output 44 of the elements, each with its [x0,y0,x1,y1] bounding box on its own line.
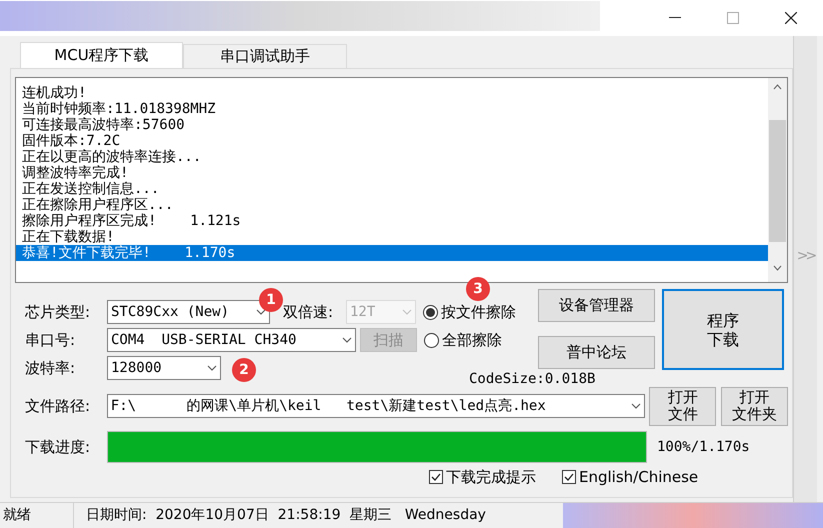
checkmark-icon [431,473,441,481]
checkbox-option[interactable]: English/Chinese [562,466,698,488]
number-badge: 2 [232,358,256,382]
scroll-up-icon[interactable] [773,84,782,90]
field-label: 下载进度: [25,436,92,458]
log-line: 正在下载数据! [21,229,116,245]
number-badge: 3 [466,277,490,301]
forum-button[interactable]: 普中论坛 [538,336,655,369]
radio-option[interactable]: 按文件擦除 [423,300,516,324]
open-button[interactable]: 打开 文件 [649,386,716,426]
field-label: 芯片类型: [25,302,92,323]
dropdown[interactable]: COM4 USB-SERIAL CH340 [107,328,356,352]
dropdown[interactable]: 128000 [107,356,221,380]
progress-reading: 100%/1.170s [657,438,750,456]
log-line: 擦除用户程序区完成! 1.121s [21,213,242,229]
datetime-text: 日期时间: 2020年10月07日 21:58:19 星期三 Wednesday [85,506,486,525]
log-line: 正在以更高的波特率连接... [21,149,202,165]
field-label: 文件路径: [25,396,92,417]
close-icon[interactable] [785,12,797,24]
log-line: 正在发送控制信息... [21,181,160,197]
field-label: 串口号: [25,330,76,351]
open-button[interactable]: 打开 文件夹 [721,386,788,426]
log-line: 正在擦除用户程序区... [21,197,174,213]
scrollbar[interactable] [768,78,787,282]
log-line: 当前时钟频率:11.018398MHZ [21,101,217,117]
radio-option[interactable]: 全部擦除 [424,328,502,352]
scroll-down-icon[interactable] [773,265,782,271]
download-button[interactable]: 程序 下载 [662,289,784,370]
checkmark-icon [564,473,574,481]
number-badge: 1 [259,288,283,312]
code-size-text: CodeSize:0.018B [469,372,596,386]
log-line: 可连接最高波特率:57600 [21,117,186,133]
log-line: 调整波特率完成! [21,165,130,181]
tab[interactable]: MCU程序下载 [20,42,183,68]
checkbox-option[interactable]: 下载完成提示 [429,466,536,488]
status-text: 就绪 [0,503,74,528]
log-line: 连机成功! [21,85,88,101]
log-line: 固件版本:7.2C [21,133,122,149]
device-manager-button[interactable]: 设备管理器 [538,289,655,322]
tab[interactable]: 串口调试助手 [183,44,347,68]
dropdown[interactable]: F:\ 的网课\单片机\keil test\新建test\led点亮.hex [106,394,646,418]
field-label: 双倍速: [283,302,334,323]
scroll-thumb[interactable] [769,120,786,242]
field-label: 波特率: [25,358,76,379]
